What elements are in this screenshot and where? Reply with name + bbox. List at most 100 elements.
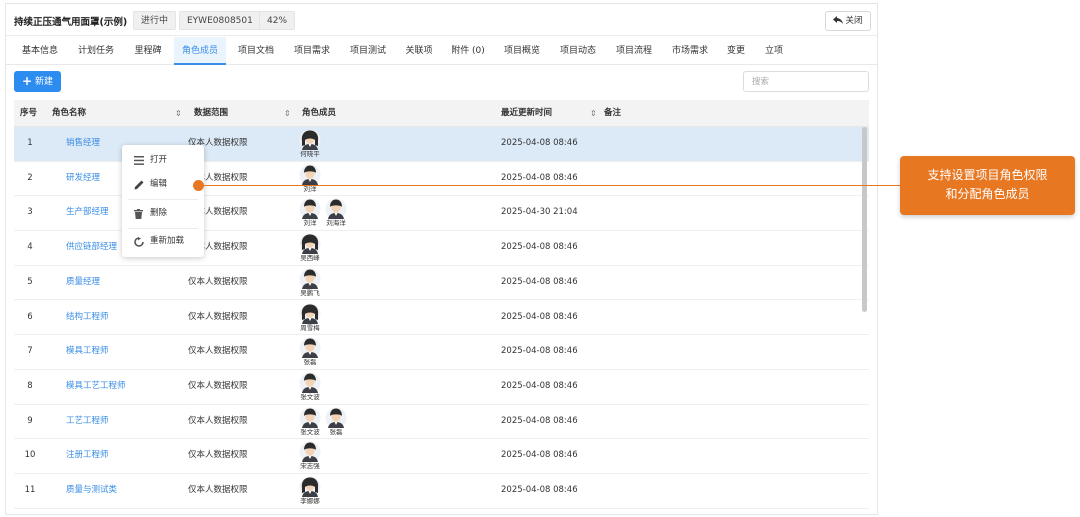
member-name: 刘海洋: [326, 219, 346, 228]
table-row[interactable]: 7 模具工程师 仅本人数据权限 张磊 2025-04-08 08:46: [14, 335, 869, 370]
tab-related-items[interactable]: 关联项: [396, 37, 442, 65]
role-members: 何晓平: [298, 128, 324, 161]
status-badge: 进行中: [133, 11, 177, 30]
person-avatar-icon: [299, 441, 321, 463]
role-name-link[interactable]: 供应链部经理: [66, 231, 117, 266]
edit-icon: [134, 180, 144, 190]
row-index: 4: [27, 242, 33, 253]
member-name: 张磊: [329, 427, 343, 436]
tab-project-requirements[interactable]: 项目需求: [284, 37, 340, 65]
table-row[interactable]: 5 质量经理 仅本人数据权限 吴鹏飞 2025-04-08 08:46: [14, 266, 869, 301]
member-avatar[interactable]: 吴鹏飞: [298, 267, 322, 300]
header-role-members[interactable]: 角色成员: [302, 100, 336, 127]
member-name: 宋志强: [300, 462, 320, 471]
updated-time: 2025-04-08 08:46: [501, 415, 578, 426]
updated-time: 2025-04-08 08:46: [501, 242, 578, 253]
data-scope: 仅本人数据权限: [188, 276, 248, 287]
table-header: 序号 角色名称 ⇕ 数据范围 ⇕ 角色成员 最近更新时间 ⇕ 备注: [14, 100, 869, 127]
header-index: 序号: [20, 108, 38, 118]
member-name: 张磊: [303, 358, 317, 367]
tab-project-testing[interactable]: 项目测试: [340, 37, 396, 65]
sort-icon[interactable]: ⇕: [590, 100, 597, 127]
tab-basic-info[interactable]: 基本信息: [15, 37, 65, 65]
tab-market-demand[interactable]: 市场需求: [662, 37, 718, 65]
header-role-name[interactable]: 角色名称: [52, 100, 86, 127]
header-updated-time[interactable]: 最近更新时间: [501, 100, 552, 127]
person-avatar-icon: [299, 129, 321, 151]
tab-project-initiation[interactable]: 立项: [754, 37, 794, 65]
new-button[interactable]: + 新建: [14, 71, 61, 92]
header-data-scope[interactable]: 数据范围: [194, 100, 228, 127]
table-row[interactable]: 6 结构工程师 仅本人数据权限 周雪梅 2025-04-08 08:46: [14, 301, 869, 336]
table-row[interactable]: 8 模具工艺工程师 仅本人数据权限 张文波 2025-04-08 08:46: [14, 370, 869, 405]
callout-line-2: 和分配角色成员: [945, 187, 1030, 201]
person-avatar-icon: [299, 407, 321, 429]
menu-item-edit[interactable]: 编辑: [122, 171, 204, 198]
close-button[interactable]: 关闭: [825, 11, 871, 31]
tab-plan-tasks[interactable]: 计划任务: [70, 37, 122, 65]
role-name-link[interactable]: 注册工程师: [66, 439, 109, 474]
updated-time: 2025-04-08 08:46: [501, 138, 578, 148]
role-name-link[interactable]: 销售经理: [66, 127, 100, 162]
project-title: 持续正压通气用面罩(示例): [14, 17, 128, 28]
role-name-link[interactable]: 结构工程师: [66, 301, 109, 336]
callout-line-1: 支持设置项目角色权限: [927, 168, 1048, 182]
tab-project-overview[interactable]: 项目概览: [494, 37, 550, 65]
table-row[interactable]: 11 质量与测试类 仅本人数据权限 李娜娜 2025-04-08 08:46: [14, 474, 869, 509]
role-name-link[interactable]: 质量经理: [66, 266, 100, 301]
member-name: 吴鹏飞: [300, 288, 320, 297]
role-name-link[interactable]: 模具工程师: [66, 335, 109, 370]
sort-icon[interactable]: ⇕: [175, 100, 182, 127]
callout-anchor-dot: [193, 180, 204, 191]
vertical-scrollbar[interactable]: [862, 127, 867, 312]
member-avatar[interactable]: 李娜娜: [298, 475, 322, 508]
role-members: 刘洋: [298, 163, 324, 196]
close-label: 关闭: [845, 16, 863, 26]
row-index: 2: [27, 172, 33, 183]
person-avatar-icon: [325, 198, 347, 220]
member-avatar[interactable]: 宋志强: [298, 440, 322, 473]
row-index: 11: [24, 485, 36, 495]
member-avatar[interactable]: 刘海洋: [324, 197, 348, 230]
member-avatar[interactable]: 吴西峰: [298, 232, 322, 265]
member-avatar[interactable]: 何晓平: [298, 128, 322, 161]
role-members: 李娜娜: [298, 475, 324, 508]
member-avatar[interactable]: 刘洋: [298, 163, 322, 196]
role-name-link[interactable]: 生产部经理: [66, 196, 109, 231]
tab-attachments[interactable]: 附件 (0): [442, 37, 494, 65]
person-avatar-icon: [299, 268, 321, 290]
table-row[interactable]: 10 注册工程师 仅本人数据权限 宋志强 2025-04-08 08:46: [14, 439, 869, 474]
person-avatar-icon: [299, 372, 321, 394]
updated-time: 2025-04-08 08:46: [501, 346, 578, 357]
row-index: 7: [27, 346, 33, 357]
member-avatar[interactable]: 张磊: [324, 406, 348, 439]
person-avatar-icon: [299, 198, 321, 220]
tab-role-members[interactable]: 角色成员: [174, 37, 226, 65]
table-row[interactable]: 9 工艺工程师 仅本人数据权限 张文波 张磊 2025-04-08 08:46: [14, 405, 869, 440]
header-note: 备注: [604, 108, 622, 118]
menu-item-reload[interactable]: 重新加载: [122, 228, 204, 255]
tab-project-docs[interactable]: 项目文档: [228, 37, 284, 65]
tab-changes[interactable]: 变更: [718, 37, 754, 65]
data-scope: 仅本人数据权限: [188, 485, 248, 495]
member-avatar[interactable]: 张磊: [298, 336, 322, 369]
tab-project-activity[interactable]: 项目动态: [550, 37, 606, 65]
member-name: 何晓平: [300, 150, 320, 158]
row-index: 9: [27, 415, 33, 426]
menu-item-delete[interactable]: 删除: [122, 200, 204, 227]
role-name-link[interactable]: 工艺工程师: [66, 405, 109, 440]
role-name-link[interactable]: 模具工艺工程师: [66, 370, 126, 405]
role-name-link[interactable]: 质量与测试类: [66, 474, 117, 509]
project-window: 持续正压通气用面罩(示例) 进行中 EYWE0808501 42% 关闭 基本信…: [5, 3, 878, 515]
role-name-link[interactable]: 研发经理: [66, 162, 100, 197]
project-code-badge: EYWE0808501: [179, 11, 261, 30]
updated-time: 2025-04-08 08:46: [501, 450, 578, 461]
tab-project-workflow[interactable]: 项目流程: [606, 37, 662, 65]
tab-milestones[interactable]: 里程碑: [122, 37, 174, 65]
menu-item-open[interactable]: 打开: [122, 147, 204, 174]
person-avatar-icon: [299, 233, 321, 255]
member-avatar[interactable]: 周雪梅: [298, 302, 322, 335]
sort-icon[interactable]: ⇕: [284, 100, 291, 127]
member-avatar[interactable]: 张文波: [298, 371, 322, 404]
search-input[interactable]: [743, 71, 869, 92]
